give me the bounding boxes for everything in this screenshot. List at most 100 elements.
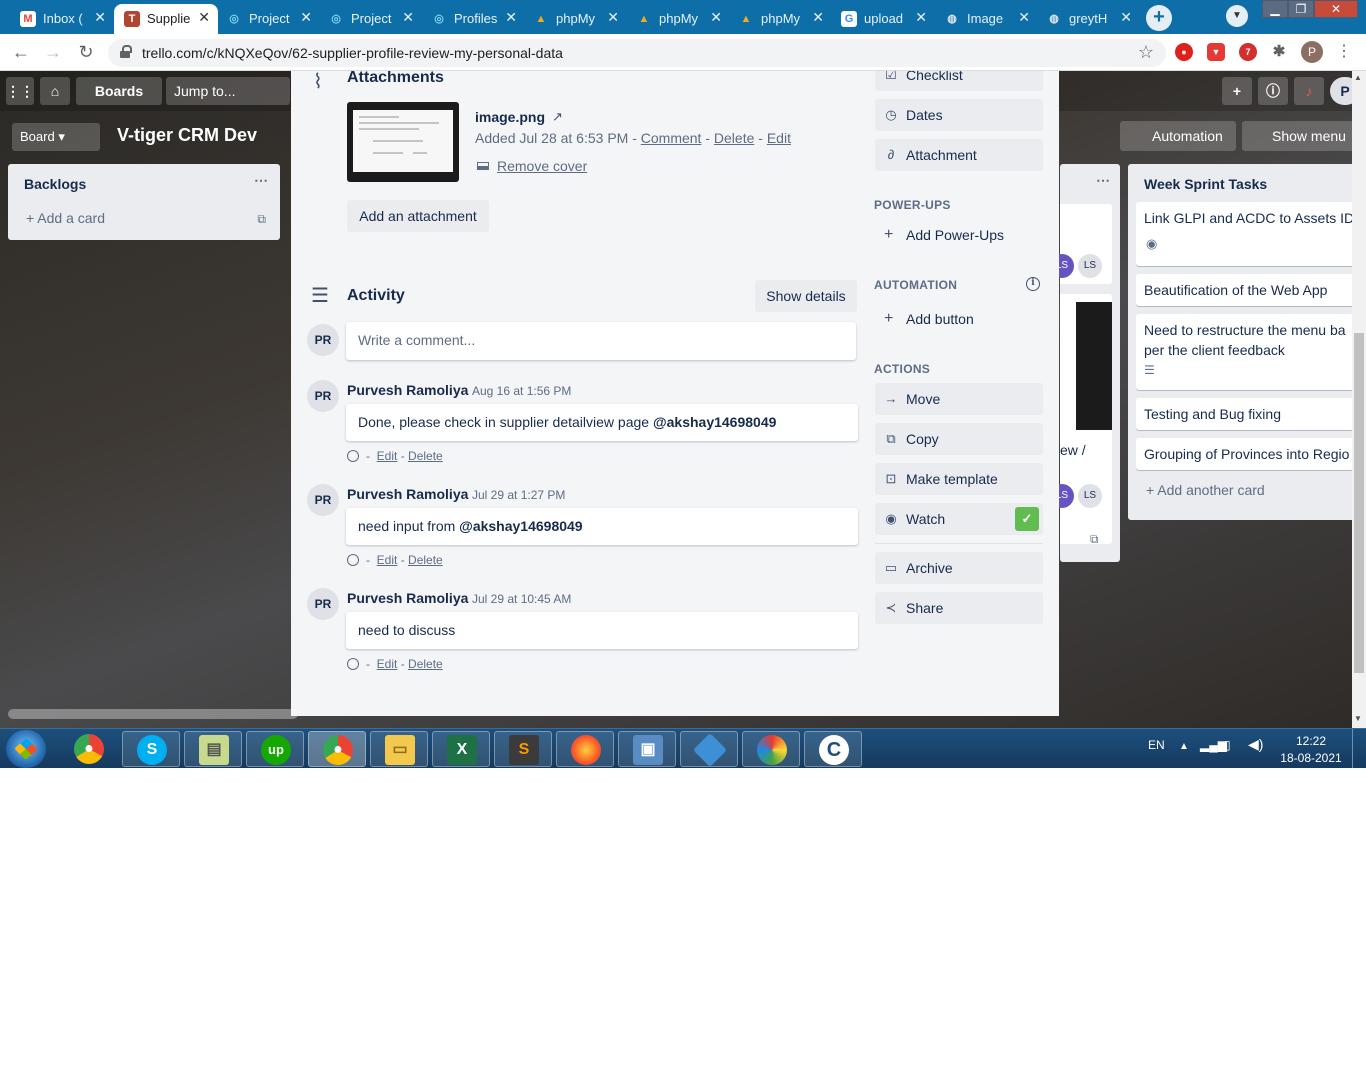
- open-external-icon[interactable]: ↗: [552, 109, 563, 125]
- page-vertical-scrollbar[interactable]: ▲ ▼: [1352, 71, 1366, 728]
- tab-image[interactable]: ◍ Image ✕: [934, 4, 1038, 34]
- avatar[interactable]: PR: [307, 324, 339, 356]
- taskbar-firefox[interactable]: [556, 731, 614, 767]
- add-attachment-button[interactable]: Add an attachment: [347, 200, 489, 232]
- apps-grid-icon[interactable]: ⋮⋮: [6, 77, 34, 105]
- add-powerups-button[interactable]: + Add Power-Ups: [875, 226, 1004, 243]
- taskbar-chrome[interactable]: ●: [60, 731, 118, 767]
- taskbar-excel[interactable]: X: [432, 731, 490, 767]
- move-button[interactable]: → Move: [875, 383, 1043, 415]
- start-button[interactable]: [6, 730, 46, 768]
- network-signal-icon[interactable]: ▂▄▆: [1200, 738, 1227, 752]
- board-switcher[interactable]: Board ▾: [12, 123, 100, 151]
- new-tab-button[interactable]: +: [1146, 5, 1172, 31]
- close-icon[interactable]: ✕: [812, 9, 824, 26]
- attachment-file-name[interactable]: image.png: [475, 109, 545, 125]
- archive-button[interactable]: ▭ Archive: [875, 552, 1043, 584]
- close-icon[interactable]: ✕: [607, 9, 619, 26]
- attachment-comment-link[interactable]: Comment: [641, 130, 702, 146]
- mention[interactable]: @akshay14698049: [459, 518, 582, 534]
- scrollbar-thumb[interactable]: [1354, 333, 1364, 673]
- add-card-button[interactable]: + Add a card: [26, 210, 105, 226]
- taskbar-git[interactable]: [680, 731, 738, 767]
- close-icon[interactable]: ✕: [505, 9, 517, 26]
- info-icon[interactable]: ⓘ: [1258, 77, 1288, 105]
- jump-to-search[interactable]: Jump to...: [166, 77, 290, 105]
- edit-comment-link[interactable]: Edit: [377, 449, 398, 463]
- comment-time[interactable]: Jul 29 at 1:27 PM: [472, 488, 565, 502]
- tab-search-icon[interactable]: ▼: [1226, 5, 1248, 27]
- template-card-icon[interactable]: ⧉: [1090, 532, 1099, 547]
- board-horizontal-scrollbar[interactable]: [8, 709, 298, 719]
- remove-cover-link[interactable]: Remove cover: [477, 158, 587, 174]
- card[interactable]: Need to restructure the menu ba per the …: [1136, 314, 1352, 390]
- comment-author[interactable]: Purvesh Ramoliya: [347, 590, 468, 606]
- taskbar-remote-desktop[interactable]: ▣: [618, 731, 676, 767]
- add-reaction-icon[interactable]: [347, 554, 359, 566]
- comment-author[interactable]: Purvesh Ramoliya: [347, 486, 468, 502]
- back-arrow-icon[interactable]: ←: [10, 42, 32, 64]
- show-hidden-icons-icon[interactable]: ▲: [1179, 741, 1189, 752]
- card[interactable]: LS LS: [1050, 204, 1112, 284]
- forward-arrow-icon[interactable]: →: [42, 42, 64, 64]
- card[interactable]: Beautification of the Web App: [1136, 274, 1352, 306]
- close-icon[interactable]: ✕: [1120, 9, 1132, 26]
- info-icon[interactable]: i: [1026, 277, 1040, 291]
- copy-button[interactable]: ⧉ Copy: [875, 423, 1043, 455]
- battery-icon[interactable]: ▯: [1224, 738, 1231, 752]
- add-card-button[interactable]: + Add another card: [1146, 482, 1265, 498]
- notifications-bell-icon[interactable]: ♪: [1294, 77, 1324, 105]
- card[interactable]: Testing and Bug fixing: [1136, 398, 1352, 430]
- list-title[interactable]: Backlogs: [24, 176, 86, 192]
- minimize-button[interactable]: ▁: [1262, 0, 1288, 18]
- delete-comment-link[interactable]: Delete: [408, 553, 443, 567]
- taskbar-file-explorer[interactable]: ▭: [370, 731, 428, 767]
- taskbar-sublime[interactable]: S: [494, 731, 552, 767]
- profile-avatar[interactable]: P: [1301, 41, 1323, 63]
- close-icon[interactable]: ✕: [198, 9, 210, 26]
- scroll-up-icon[interactable]: ▲: [1354, 73, 1362, 82]
- watch-button[interactable]: ◉ Watch ✓: [875, 503, 1043, 535]
- show-menu-button[interactable]: Show menu: [1242, 121, 1352, 151]
- card[interactable]: ew / LS LS: [1050, 294, 1112, 544]
- comment-input[interactable]: Write a comment...: [346, 322, 856, 360]
- close-icon[interactable]: ✕: [710, 9, 722, 26]
- address-bar[interactable]: trello.com/c/kNQXeQov/62-supplier-profil…: [108, 39, 1166, 67]
- taskbar-chrome-active[interactable]: ●: [308, 731, 366, 767]
- create-plus-icon[interactable]: +: [1222, 77, 1252, 105]
- close-icon[interactable]: ✕: [915, 9, 927, 26]
- delete-comment-link[interactable]: Delete: [408, 657, 443, 671]
- close-icon[interactable]: ✕: [402, 9, 414, 26]
- reload-icon[interactable]: ↻: [75, 42, 97, 64]
- volume-icon[interactable]: ◀): [1248, 736, 1263, 753]
- extension-badge-icon[interactable]: 7: [1239, 43, 1257, 61]
- maximize-button[interactable]: ❐: [1288, 0, 1314, 18]
- more-options-icon[interactable]: ⋯: [1096, 172, 1110, 189]
- boards-button[interactable]: Boards: [76, 77, 162, 105]
- list-title[interactable]: Week Sprint Tasks: [1144, 176, 1267, 192]
- more-options-icon[interactable]: ⋯: [254, 172, 268, 189]
- tab-phpmyadmin[interactable]: ▲ phpMy ✕: [523, 4, 627, 34]
- show-desktop-button[interactable]: [1352, 729, 1366, 768]
- tab-greyth[interactable]: ◍ greytH ✕: [1036, 4, 1140, 34]
- close-window-button[interactable]: ✕: [1314, 0, 1358, 18]
- delete-comment-link[interactable]: Delete: [408, 449, 443, 463]
- add-button-button[interactable]: + Add button: [875, 310, 974, 327]
- system-clock[interactable]: 12:22 18-08-2021: [1278, 733, 1344, 767]
- add-reaction-icon[interactable]: [347, 450, 359, 462]
- dates-button[interactable]: ◷ Dates: [875, 99, 1043, 131]
- add-reaction-icon[interactable]: [347, 658, 359, 670]
- tab-trello-card[interactable]: T Supplie ✕: [114, 4, 218, 34]
- share-button[interactable]: ≺ Share: [875, 592, 1043, 624]
- language-indicator[interactable]: EN: [1148, 738, 1165, 752]
- tab-project[interactable]: ◎ Project ✕: [216, 4, 320, 34]
- adblock-icon[interactable]: ●: [1175, 43, 1193, 61]
- edit-comment-link[interactable]: Edit: [377, 553, 398, 567]
- avatar[interactable]: PR: [307, 380, 339, 412]
- template-card-icon[interactable]: ⧉: [257, 212, 266, 227]
- comment-author[interactable]: Purvesh Ramoliya: [347, 382, 468, 398]
- make-template-button[interactable]: ⊡ Make template: [875, 463, 1043, 495]
- card[interactable]: Grouping of Provinces into Regio: [1136, 438, 1352, 470]
- taskbar-skype[interactable]: S: [122, 731, 180, 767]
- taskbar-app[interactable]: C: [804, 731, 862, 767]
